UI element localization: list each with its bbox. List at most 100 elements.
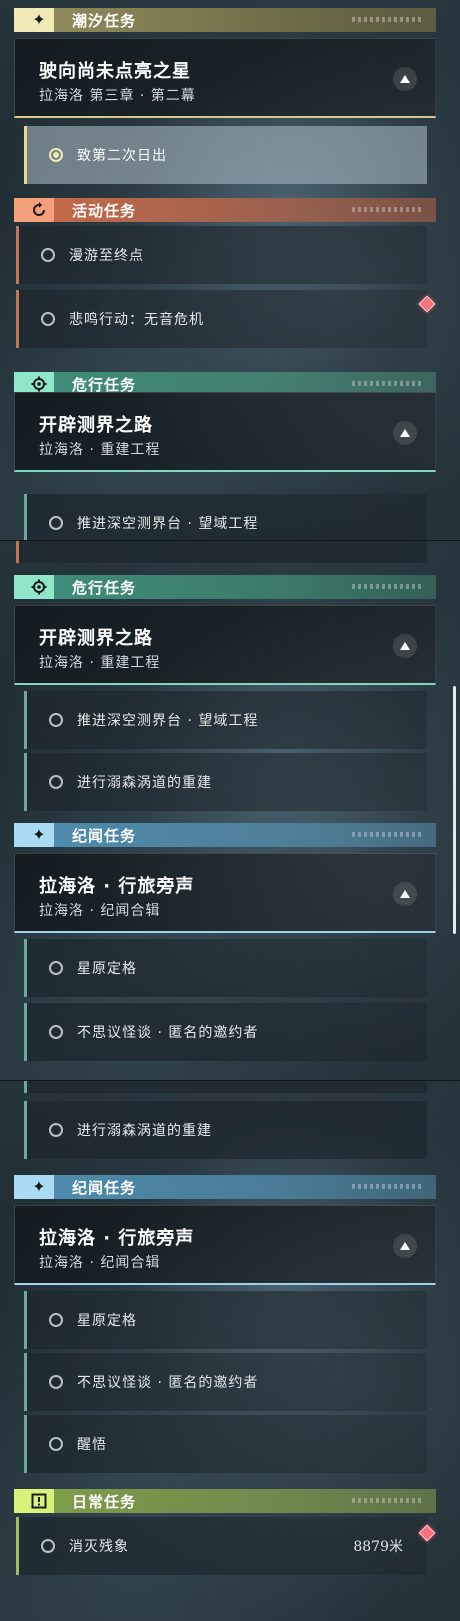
quest-subtitle: 拉海洛 · 纪闻合辑	[39, 1255, 161, 1271]
quest-subtitle: 拉海洛 第三章 · 第二幕	[39, 88, 196, 104]
objective-item[interactable]: 进行溺森涡道的重建	[24, 753, 427, 811]
objective-label: 进行溺森涡道的重建	[77, 1123, 212, 1139]
section-title: 日常任务	[72, 1492, 137, 1511]
section-header-event: 活动任务	[14, 198, 436, 222]
scroll-clip: 推进深空测界台 · 望域工程	[0, 1081, 460, 1095]
objective-item[interactable]: 星原定格	[24, 1291, 427, 1349]
objective-label: 星原定格	[77, 961, 137, 977]
header-decoration	[352, 1498, 422, 1503]
chevron-up-icon	[400, 1242, 410, 1250]
objective-label: 不思议怪谈 · 匿名的邀约者	[77, 1025, 259, 1041]
objective-label: 消灭残象	[69, 1539, 129, 1555]
section-header-tide: ✦ 潮汐任务	[14, 8, 436, 32]
quest-subtitle: 拉海洛 · 纪闻合辑	[39, 903, 161, 919]
star-icon: ✦	[32, 10, 46, 29]
quest-title: 拉海洛 · 行旅旁声	[39, 876, 195, 897]
collapse-button[interactable]	[393, 634, 417, 658]
header-decoration	[352, 381, 422, 386]
chevron-up-icon	[400, 75, 410, 83]
section-header-chronicle: ✦ 纪闻任务	[14, 823, 436, 847]
objective-item[interactable]: 星原定格	[24, 939, 427, 997]
header-decoration	[352, 207, 422, 212]
chevron-up-icon	[400, 642, 410, 650]
collapse-button[interactable]	[393, 1234, 417, 1258]
alert-icon	[31, 1493, 47, 1509]
objective-item[interactable]: 悲鸣行动：无音危机	[16, 541, 427, 563]
objective-item[interactable]: 推进深空测界台 · 望域工程	[24, 691, 427, 749]
collapse-button[interactable]	[393, 882, 417, 906]
scroll-clip: 悲鸣行动：无音危机	[0, 541, 460, 563]
objective-item[interactable]: 致第二次日出	[24, 126, 427, 184]
objective-item[interactable]: 悲鸣行动：无音危机	[16, 290, 427, 348]
quest-card-chronicle[interactable]: 拉海洛 · 行旅旁声 拉海洛 · 纪闻合辑	[14, 1205, 436, 1285]
header-decoration	[352, 832, 422, 837]
objective-item[interactable]: 进行溺森涡道的重建	[24, 1101, 427, 1159]
scroll-clip: 不思议怪谈 · 匿名的邀约者	[0, 1001, 460, 1081]
screen-3: 推进深空测界台 · 望域工程 进行溺森涡道的重建 ✦ 纪闻任务 拉海洛 · 行旅…	[0, 1080, 460, 1621]
radio-icon	[49, 1437, 63, 1451]
collapse-button[interactable]	[393, 421, 417, 445]
gear-icon	[31, 579, 47, 595]
gear-icon	[31, 376, 47, 392]
objective-item[interactable]: 推进深空测界台 · 望域工程	[24, 1081, 427, 1093]
chevron-up-icon	[400, 429, 410, 437]
objective-item[interactable]: 不思议怪谈 · 匿名的邀约者	[24, 1003, 427, 1061]
objective-label: 悲鸣行动：无音危机	[69, 312, 204, 328]
radio-icon	[49, 713, 63, 727]
collapse-button[interactable]	[393, 67, 417, 91]
radio-icon	[49, 516, 63, 530]
quest-subtitle: 拉海洛 · 重建工程	[39, 442, 161, 458]
header-decoration	[352, 17, 422, 22]
objective-label: 推进深空测界台 · 望域工程	[77, 713, 259, 729]
objective-item[interactable]: 不思议怪谈 · 匿名的邀约者	[24, 1353, 427, 1411]
objective-item[interactable]: 漫游至终点	[16, 226, 427, 284]
objective-label: 致第二次日出	[77, 148, 167, 164]
header-decoration	[352, 584, 422, 589]
quest-card-chronicle[interactable]: 拉海洛 · 行旅旁声 拉海洛 · 纪闻合辑	[14, 853, 436, 933]
quest-card-peril[interactable]: 开辟测界之路 拉海洛 · 重建工程	[14, 392, 436, 472]
objective-label: 醒悟	[77, 1437, 107, 1453]
objective-label: 不思议怪谈 · 匿名的邀约者	[77, 1375, 259, 1391]
section-title: 纪闻任务	[72, 1178, 137, 1197]
radio-icon	[49, 961, 63, 975]
scrollbar[interactable]	[453, 686, 456, 934]
section-title: 危行任务	[72, 578, 137, 597]
objective-label: 星原定格	[77, 1313, 137, 1329]
radio-icon	[49, 775, 63, 789]
radio-icon	[49, 1123, 63, 1137]
quest-title: 驶向尚未点亮之星	[39, 61, 191, 82]
quest-card-peril[interactable]: 开辟测界之路 拉海洛 · 重建工程	[14, 605, 436, 685]
radio-icon	[49, 1375, 63, 1389]
section-header-chronicle: ✦ 纪闻任务	[14, 1175, 436, 1199]
quest-title: 开辟测界之路	[39, 415, 153, 436]
quest-card-tide[interactable]: 驶向尚未点亮之星 拉海洛 第三章 · 第二幕	[14, 38, 436, 118]
objective-label: 进行溺森涡道的重建	[77, 775, 212, 791]
scroll-clip: 推进深空测界台 · 望域工程	[0, 478, 460, 540]
objective-item[interactable]: 醒悟	[24, 1415, 427, 1473]
objective-label: 漫游至终点	[69, 248, 144, 264]
objective-item[interactable]: 消灭残象 8879米	[16, 1517, 427, 1575]
objective-distance: 8879米	[353, 1539, 403, 1555]
quest-title: 开辟测界之路	[39, 628, 153, 649]
section-title: 纪闻任务	[72, 826, 137, 845]
quest-subtitle: 拉海洛 · 重建工程	[39, 655, 161, 671]
objective-label: 悲鸣行动：无音危机	[69, 541, 204, 544]
screen-2: 悲鸣行动：无音危机 危行任务 开辟测界之路 拉海洛 · 重建工程 推进深空测界台…	[0, 540, 460, 1081]
chevron-up-icon	[400, 890, 410, 898]
section-header-daily: 日常任务	[14, 1489, 436, 1513]
section-title: 活动任务	[72, 201, 137, 220]
radio-icon	[49, 1025, 63, 1039]
radio-icon	[49, 1313, 63, 1327]
radio-icon	[41, 312, 55, 326]
objective-item[interactable]: 推进深空测界台 · 望域工程	[24, 494, 427, 540]
radio-icon	[49, 148, 63, 162]
radio-icon	[41, 1539, 55, 1553]
star-icon: ✦	[32, 825, 46, 844]
refresh-icon	[33, 202, 45, 216]
section-title: 潮汐任务	[72, 11, 137, 30]
header-decoration	[352, 1184, 422, 1189]
quest-title: 拉海洛 · 行旅旁声	[39, 1228, 195, 1249]
star-icon: ✦	[32, 1177, 46, 1196]
objective-label: 推进深空测界台 · 望域工程	[77, 516, 259, 532]
radio-icon	[41, 248, 55, 262]
